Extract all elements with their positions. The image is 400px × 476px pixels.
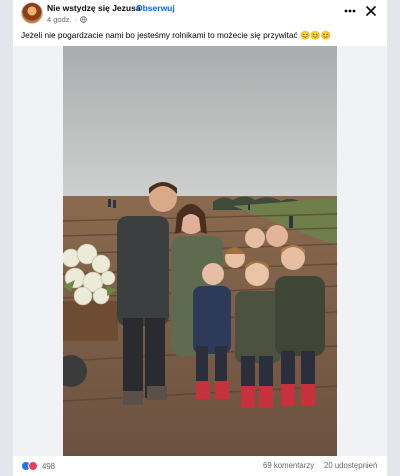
post-time[interactable]: 4 godz.: [47, 15, 72, 24]
reactions-summary[interactable]: 498: [21, 461, 55, 471]
reaction-count: 498: [42, 461, 56, 471]
love-reaction-icon: [28, 461, 38, 471]
post-header: Nie wstydzę się Jezusa · Obserwuj 4 godz…: [13, 0, 387, 26]
post-media[interactable]: [13, 46, 387, 456]
more-dots-icon[interactable]: [343, 4, 357, 18]
post-caption: Jeżeli nie pogardzacie nami bo jesteśmy …: [21, 30, 331, 40]
globe-icon: [80, 16, 87, 23]
post-footer: 498 69 komentarzy 20 udostępnień: [13, 458, 387, 476]
shares-count-link[interactable]: 20 udostępnień: [324, 461, 377, 470]
close-icon[interactable]: [364, 4, 378, 18]
comments-count-link[interactable]: 69 komentarzy: [263, 461, 314, 470]
post-photo[interactable]: [63, 46, 337, 456]
meta-separator: ·: [74, 15, 78, 24]
follow-button[interactable]: Obserwuj: [136, 3, 175, 13]
post-card: Nie wstydzę się Jezusa · Obserwuj 4 godz…: [13, 0, 387, 476]
post-meta: 4 godz. ·: [47, 15, 87, 24]
page-avatar[interactable]: [21, 2, 43, 24]
follow-separator: ·: [126, 3, 129, 13]
